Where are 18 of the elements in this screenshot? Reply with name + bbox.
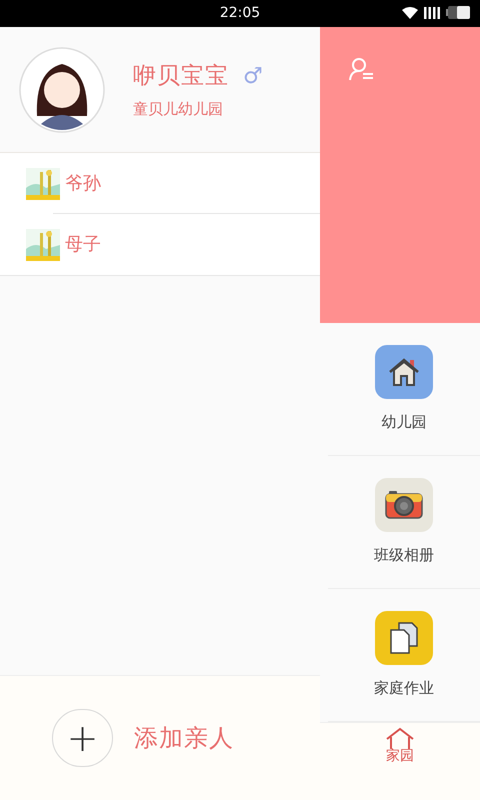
wifi-icon [402,6,418,18]
battery-icon [446,6,470,19]
menu-label: 家园 [386,749,414,763]
signal-icon [424,6,440,18]
house-icon [375,344,433,399]
menu-label: 班级相册 [374,544,434,566]
menu-label: 家庭作业 [374,678,434,699]
school-name: 童贝儿幼儿园 [133,98,224,120]
add-button[interactable]: + [52,709,113,767]
documents-icon [375,610,433,665]
profile-name: 咿贝宝宝 [133,62,229,91]
relative-label: 母子 [65,233,101,257]
gender-symbol: ♂ [243,62,263,91]
house-icon [384,727,416,749]
menu-label: 幼儿园 [382,412,426,433]
status-time: 22:05 [220,4,260,23]
relative-label: 爷孙 [65,172,101,196]
camera-icon [375,478,433,532]
